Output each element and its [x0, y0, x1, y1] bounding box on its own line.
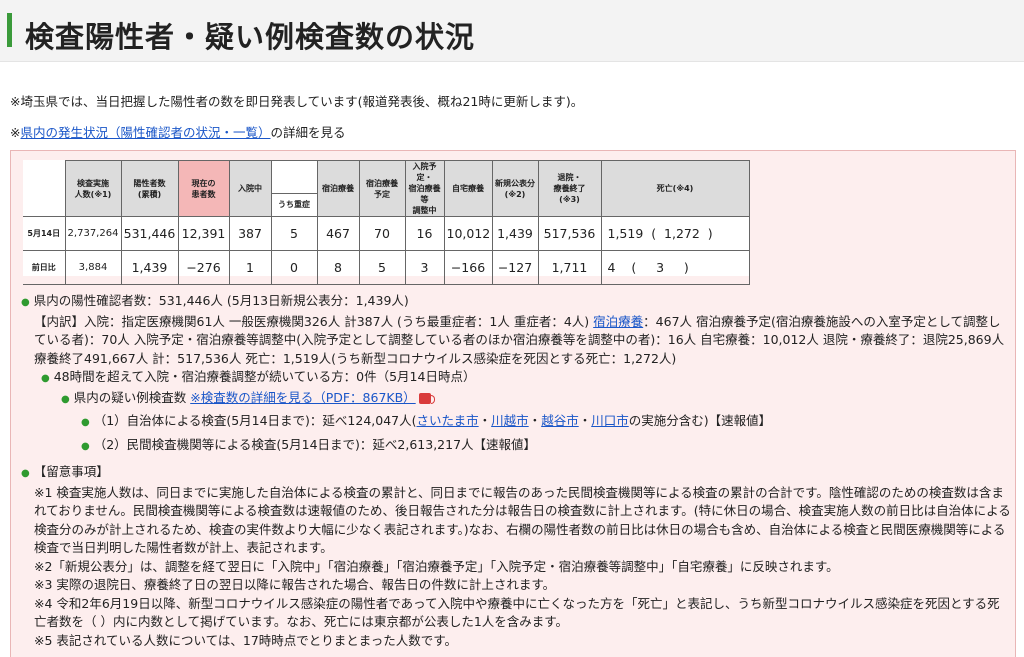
cell-current: 12,391	[177, 216, 230, 251]
intro-text: ※埼玉県では、当日把握した陽性者の数を即日発表しています(報道発表後、概ね21時…	[10, 94, 584, 109]
lodging-link[interactable]: 宿泊療養	[593, 314, 643, 329]
note-1: ※1 検査実施人数は、同日までに実施した自治体による検査の累計と、同日までに報告…	[34, 484, 1011, 556]
over48-text: 48時間を超えて入院・宿泊療養調整が続いている方：0件（5月14日時点）	[53, 369, 476, 384]
detail-prefix: ※	[10, 125, 21, 140]
bullet-icon: ●	[21, 468, 30, 479]
title-bar: 検査陽性者・疑い例検査数の状況	[0, 0, 1024, 62]
cell-positives: 1,439	[120, 250, 179, 285]
col-header-severe-spacer	[270, 160, 318, 194]
bullet-icon: ●	[41, 373, 50, 384]
cell-home: −166	[443, 250, 493, 285]
breakdown-text: 【内訳】入院：指定医療機関61人 一般医療機関326人 計387人 (うち最重症…	[34, 313, 1005, 366]
list-item: ● 県内の陽性確認者数：531,446人 (5月13日新規公表分：1,439人)	[21, 292, 1011, 313]
note-5: ※5 表記されている人数については、17時時点でとりまとまった人数です。	[34, 632, 458, 648]
cell-current: −276	[177, 250, 230, 285]
list-item: ● （2）民間検査機関等による検査(5月14日まで)：延べ2,613,217人【速…	[21, 436, 1011, 457]
cell-severe: 5	[270, 216, 318, 251]
cell-new-public: −127	[491, 250, 539, 285]
cell-positives: 531,446	[120, 216, 179, 251]
cell-lodging: 8	[316, 250, 360, 285]
cell-home: 10,012	[443, 216, 493, 251]
cell-lodging: 467	[316, 216, 360, 251]
speaker-icon[interactable]	[418, 392, 435, 404]
col-header-lodging-plan: 宿泊療養 予定	[358, 160, 406, 217]
bullet-icon: ●	[61, 393, 70, 405]
row-label: 前日比	[23, 250, 66, 285]
cell-tests: 2,737,264	[64, 216, 122, 251]
table-row: 前日比 3,884 1,439 −276 1 0 8 5 3 −166 −127…	[23, 250, 750, 285]
col-header-lodging: 宿泊療養	[316, 160, 360, 217]
col-header-tests: 検査実施 人数(※1)	[64, 160, 122, 217]
summary-section: ● 県内の陽性確認者数：531,446人 (5月13日新規公表分：1,439人) …	[21, 292, 1011, 650]
cell-lodging-plan: 70	[358, 216, 406, 251]
cell-severe: 0	[270, 250, 318, 285]
table-row: 5月14日 2,737,264 531,446 12,391 387 5 467…	[23, 216, 750, 251]
cell-adjusting: 3	[404, 250, 445, 285]
cell-hospitalized: 387	[228, 216, 272, 251]
city-link-koshigaya[interactable]: 越谷市	[541, 413, 579, 428]
local-test-text: （1）自治体による検査(5月14日まで)：延べ124,047人(	[93, 413, 417, 428]
col-header-severe: うち重症	[270, 192, 318, 218]
list-item: ● （1）自治体による検査(5月14日まで)：延べ124,047人(さいたま市・川…	[81, 413, 772, 428]
col-header-discharged: 退院・ 療養終了 (※3)	[537, 160, 602, 217]
cell-adjusting: 16	[404, 216, 445, 251]
city-link-kawaguchi[interactable]: 川口市	[591, 413, 629, 428]
cell-deaths: 1,519 ( 1,272 )	[600, 216, 750, 251]
col-header-current: 現在の 患者数	[177, 160, 230, 217]
cell-deaths: 4 ( 3 )	[600, 250, 750, 285]
bullet-icon: ●	[81, 417, 90, 428]
row-label-header	[23, 160, 65, 217]
summary-heading: 県内の陽性確認者数：531,446人 (5月13日新規公表分：1,439人)	[33, 293, 409, 308]
cell-tests: 3,884	[64, 250, 122, 285]
col-header-adjusting: 入院予定・ 宿泊療養等 調整中	[404, 160, 445, 217]
city-link-kawagoe[interactable]: 川越市	[491, 413, 529, 428]
bullet-icon: ●	[21, 297, 30, 308]
col-header-home: 自宅療養	[443, 160, 493, 217]
list-item: ● 【留意事項】	[21, 463, 1011, 484]
list-item: ● 県内の疑い例検査数 ※検査数の詳細を見る（PDF：867KB）	[21, 389, 1011, 410]
col-header-positives: 陽性者数 (累積)	[120, 160, 179, 217]
note-4: ※4 令和2年6月19日以降、新型コロナウイルス感染症の陽性者であって入院中や療…	[34, 595, 1000, 630]
detail-suffix: の詳細を見る	[270, 125, 346, 140]
col-header-hospitalized: 入院中	[228, 160, 272, 217]
cell-new-public: 1,439	[491, 216, 539, 251]
cell-hospitalized: 1	[228, 250, 272, 285]
suspect-label: 県内の疑い例検査数	[73, 389, 191, 405]
row-label: 5月14日	[23, 216, 66, 251]
note-3: ※3 実際の退院日、療養終了日の翌日以降に報告された場合、報告日の件数に計上され…	[34, 577, 556, 592]
page-title: 検査陽性者・疑い例検査数の状況	[25, 20, 476, 54]
note-2: ※2「新規公表分」は、調整を経て翌日に「入院中」「宿泊療養」「宿泊療養予定」「入…	[34, 558, 839, 574]
cell-lodging-plan: 5	[358, 250, 406, 285]
col-header-deaths: 死亡(※4)	[600, 160, 750, 217]
outbreak-status-link[interactable]: 県内の発生状況（陽性確認者の状況・一覧）	[20, 125, 270, 140]
bullet-icon: ●	[81, 440, 90, 452]
test-details-pdf-link[interactable]: ※検査数の詳細を見る（PDF：867KB）	[190, 390, 415, 405]
stats-table: 検査実施 人数(※1) 陽性者数 (累積) 現在の 患者数 入院中 宿泊療養 宿…	[23, 160, 750, 285]
detail-line: ※県内の発生状況（陽性確認者の状況・一覧）の詳細を見る	[10, 122, 346, 141]
city-link-saitama[interactable]: さいたま市	[417, 413, 479, 428]
col-header-new-public: 新規公表分 (※2)	[491, 160, 539, 217]
private-test-text: （2）民間検査機関等による検査(5月14日まで)：延べ2,613,217人【速報…	[93, 436, 537, 452]
list-item: ● 48時間を超えて入院・宿泊療養調整が続いている方：0件（5月14日時点）	[21, 368, 1011, 389]
cell-discharged: 1,711	[537, 250, 602, 285]
notes-heading: 【留意事項】	[33, 464, 109, 479]
title-accent-bar	[7, 13, 12, 47]
cell-discharged: 517,536	[537, 216, 602, 251]
